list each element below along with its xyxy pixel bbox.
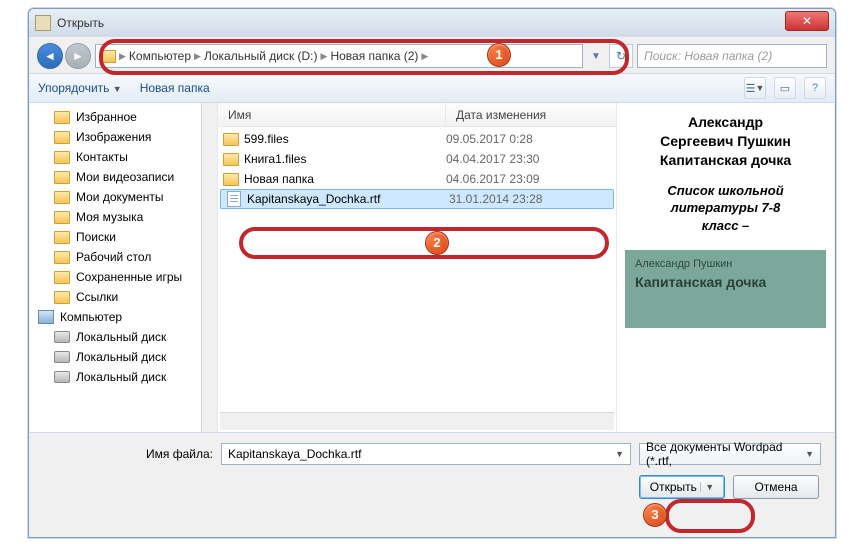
folder-icon: [54, 111, 70, 124]
folder-icon: [54, 131, 70, 144]
sidebar-disk[interactable]: Локальный диск: [30, 347, 217, 367]
col-date[interactable]: Дата изменения: [446, 103, 616, 126]
disk-icon: [54, 371, 70, 383]
file-hscrollbar[interactable]: [220, 412, 614, 430]
breadcrumb-segment[interactable]: Новая папка (2): [330, 49, 418, 63]
rtf-icon: [227, 191, 241, 207]
new-folder-button[interactable]: Новая папка: [140, 81, 210, 95]
sidebar-item[interactable]: Мои документы: [30, 187, 217, 207]
sidebar-disk[interactable]: Локальный диск: [30, 367, 217, 387]
chevron-right-icon: ▶: [119, 51, 126, 62]
app-icon: [35, 15, 51, 31]
folder-icon: [54, 211, 70, 224]
nav-row: ◄ ► ▶ Компьютер ▶ Локальный диск (D:) ▶ …: [37, 41, 827, 71]
sidebar-item[interactable]: Контакты: [30, 147, 217, 167]
col-name[interactable]: Имя: [218, 103, 446, 126]
cancel-button[interactable]: Отмена: [733, 475, 819, 499]
folder-icon: [54, 291, 70, 304]
annotation-badge: 1: [487, 43, 511, 67]
forward-button[interactable]: ►: [65, 43, 91, 69]
search-input[interactable]: Поиск: Новая папка (2): [637, 44, 827, 68]
folder-icon: [54, 151, 70, 164]
folder-icon: [54, 191, 70, 204]
filename-label: Имя файла:: [43, 447, 213, 461]
breadcrumb-segment[interactable]: Локальный диск (D:): [204, 49, 318, 63]
folder-icon: [54, 271, 70, 284]
computer-icon: [38, 310, 54, 324]
breadcrumb-segment[interactable]: Компьютер: [129, 49, 191, 63]
preview-cover: Александр Пушкин Капитанская дочка: [625, 250, 826, 328]
preview-title: Александр Сергеевич Пушкин Капитанская д…: [625, 113, 826, 170]
preview-pane: Александр Сергеевич Пушкин Капитанская д…: [616, 103, 834, 432]
organize-menu[interactable]: Упорядочить ▼: [38, 81, 122, 95]
chevron-down-icon: ▼: [615, 449, 624, 459]
preview-button[interactable]: ▭: [774, 77, 796, 99]
annotation-badge: 3: [643, 503, 667, 527]
main-area: Избранное Изображения Контакты Мои видео…: [30, 103, 834, 433]
view-button[interactable]: ☰ ▼: [744, 77, 766, 99]
help-button[interactable]: ?: [804, 77, 826, 99]
sidebar: Избранное Изображения Контакты Мои видео…: [30, 103, 218, 432]
file-row[interactable]: Книга1.files 04.04.2017 23:30: [218, 149, 616, 169]
sidebar-item[interactable]: Избранное: [30, 107, 217, 127]
preview-subtitle: Список школьной литературы 7-8 класс –: [625, 182, 826, 235]
chevron-right-icon: ▶: [194, 51, 201, 62]
back-button[interactable]: ◄: [37, 43, 63, 69]
file-row[interactable]: 599.files 09.05.2017 0:28: [218, 129, 616, 149]
open-dialog: Открыть ✕ ◄ ► ▶ Компьютер ▶ Локальный ди…: [28, 8, 836, 538]
chevron-right-icon: ▶: [421, 51, 428, 62]
sidebar-item[interactable]: Моя музыка: [30, 207, 217, 227]
sidebar-computer[interactable]: Компьютер: [30, 307, 217, 327]
folder-icon: [223, 133, 239, 146]
file-pane: Имя Дата изменения 599.files 09.05.2017 …: [218, 103, 616, 432]
filename-input[interactable]: Kapitanskaya_Dochka.rtf▼: [221, 443, 631, 465]
open-button[interactable]: Открыть ▼: [639, 475, 725, 499]
sidebar-item[interactable]: Рабочий стол: [30, 247, 217, 267]
sidebar-item[interactable]: Сохраненные игры: [30, 267, 217, 287]
folder-icon: [54, 171, 70, 184]
file-row[interactable]: Новая папка 04.06.2017 23:09: [218, 169, 616, 189]
sidebar-item[interactable]: Изображения: [30, 127, 217, 147]
disk-icon: [54, 331, 70, 343]
search-placeholder: Поиск: Новая папка (2): [644, 49, 772, 63]
bottom-panel: Имя файла: Kapitanskaya_Dochka.rtf▼ Все …: [29, 433, 835, 509]
window-title: Открыть: [57, 16, 104, 30]
chevron-down-icon: ▼: [805, 449, 814, 459]
titlebar: Открыть ✕: [29, 9, 835, 37]
address-dropdown[interactable]: ▼: [587, 45, 605, 67]
chevron-down-icon: ▼: [700, 482, 714, 492]
sidebar-item[interactable]: Поиски: [30, 227, 217, 247]
file-header: Имя Дата изменения: [218, 103, 616, 127]
disk-icon: [54, 351, 70, 363]
sidebar-item[interactable]: Мои видеозаписи: [30, 167, 217, 187]
file-row-selected[interactable]: Kapitanskaya_Dochka.rtf 31.01.2014 23:28: [220, 189, 614, 209]
filetype-filter[interactable]: Все документы Wordpad (*.rtf,▼: [639, 443, 821, 465]
close-button[interactable]: ✕: [785, 11, 829, 31]
annotation-badge: 2: [425, 231, 449, 255]
sidebar-scrollbar[interactable]: [201, 103, 217, 432]
sidebar-item[interactable]: Ссылки: [30, 287, 217, 307]
sidebar-disk[interactable]: Локальный диск: [30, 327, 217, 347]
folder-icon: [54, 251, 70, 264]
folder-icon: [100, 50, 116, 63]
folder-icon: [54, 231, 70, 244]
file-list: 599.files 09.05.2017 0:28 Книга1.files 0…: [218, 127, 616, 412]
chevron-right-icon: ▶: [321, 51, 328, 62]
refresh-button[interactable]: ↻: [609, 44, 633, 68]
folder-icon: [223, 153, 239, 166]
toolbar: Упорядочить ▼ Новая папка ☰ ▼ ▭ ?: [30, 73, 834, 103]
folder-icon: [223, 173, 239, 186]
